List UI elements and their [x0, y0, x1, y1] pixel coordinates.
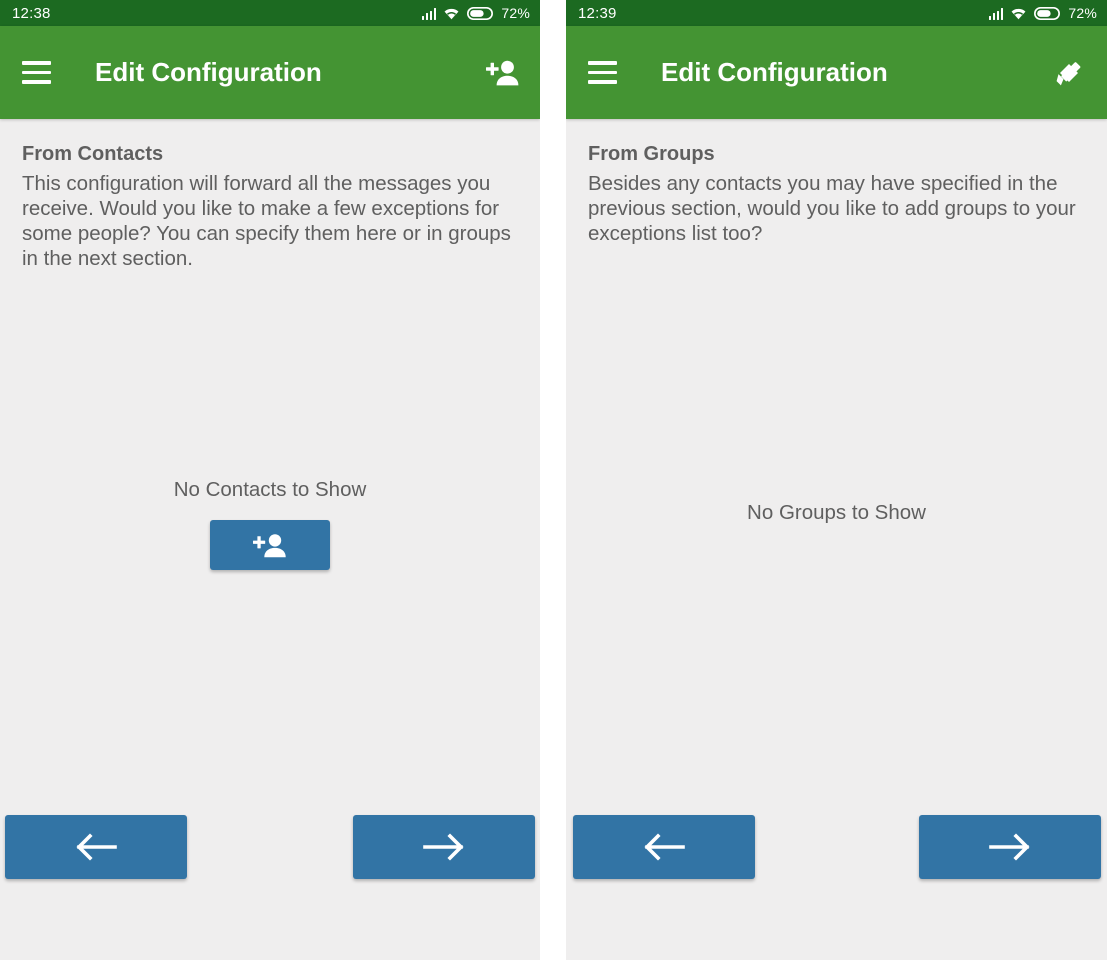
empty-state-message: No Contacts to Show [173, 478, 367, 501]
previous-step-button[interactable] [5, 815, 187, 879]
wizard-navigation [0, 805, 540, 960]
page-title: Edit Configuration [661, 57, 888, 87]
add-person-icon[interactable] [482, 53, 522, 93]
battery-icon [1034, 6, 1061, 20]
previous-step-button[interactable] [573, 815, 755, 879]
wifi-icon [1010, 7, 1027, 20]
next-step-button[interactable] [919, 815, 1101, 879]
empty-state-groups: No Groups to Show [566, 501, 1107, 526]
page-title: Edit Configuration [95, 57, 322, 87]
status-bar: 12:38 72% [0, 0, 540, 26]
phone-screen-contacts: 12:38 72% Edit Configuration From Contac… [0, 0, 540, 960]
section-description: This configuration will forward all the … [22, 172, 511, 270]
content-area: From Groups Besides any contacts you may… [566, 119, 1107, 960]
app-bar: Edit Configuration [566, 26, 1107, 119]
content-area: From Contacts This configuration will fo… [0, 119, 540, 960]
empty-state-contacts: No Contacts to Show [0, 478, 540, 570]
section-description: Besides any contacts you may have specif… [588, 172, 1076, 245]
add-contact-button[interactable] [210, 519, 330, 570]
app-bar: Edit Configuration [0, 26, 540, 119]
status-system-icons: 72% [421, 5, 530, 21]
wifi-icon [443, 7, 460, 20]
status-bar: 12:39 72% [566, 0, 1107, 26]
screenshot-pair: 12:38 72% Edit Configuration From Contac… [0, 0, 1107, 960]
arrow-right-icon [987, 830, 1033, 864]
battery-percent-label: 72% [501, 5, 530, 21]
status-system-icons: 72% [988, 5, 1097, 21]
battery-icon [467, 6, 494, 20]
section-title: From Groups [588, 143, 715, 165]
wizard-navigation [566, 805, 1107, 960]
phone-screen-groups: 12:39 72% Edit Configuration From Groups… [566, 0, 1107, 960]
arrow-left-icon [73, 830, 119, 864]
status-clock: 12:39 [578, 4, 617, 22]
arrow-left-icon [641, 830, 687, 864]
signal-bars-icon [421, 7, 437, 20]
signal-bars-icon [988, 7, 1004, 20]
hamburger-menu-icon[interactable] [22, 58, 56, 88]
arrow-right-icon [421, 830, 467, 864]
pencil-edit-icon[interactable] [1049, 53, 1089, 93]
hamburger-menu-icon[interactable] [588, 58, 622, 88]
status-clock: 12:38 [12, 4, 51, 22]
next-step-button[interactable] [353, 815, 535, 879]
section-title: From Contacts [22, 143, 164, 165]
panel-divider [540, 0, 566, 960]
empty-state-message: No Groups to Show [747, 501, 926, 524]
add-person-icon [250, 530, 290, 560]
battery-percent-label: 72% [1068, 5, 1097, 21]
